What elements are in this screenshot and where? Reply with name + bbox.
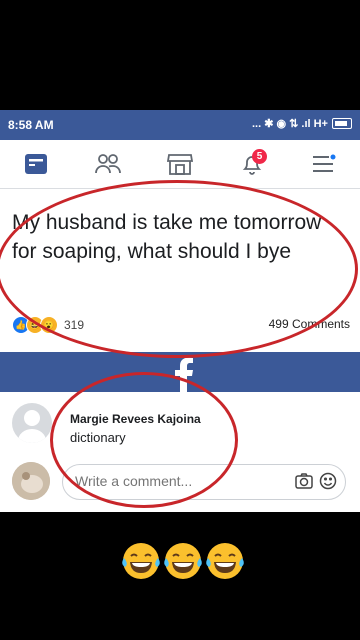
status-time: 8:58 AM xyxy=(8,118,54,132)
battery-icon xyxy=(332,118,352,129)
notification-badge: 5 xyxy=(252,149,267,164)
news-feed-icon[interactable] xyxy=(21,149,51,179)
marketplace-icon[interactable] xyxy=(165,149,195,179)
comment-author[interactable]: Margie Revees Kajoina xyxy=(70,412,201,426)
reaction-count: 319 xyxy=(64,318,85,332)
notifications-icon[interactable]: 5 xyxy=(237,149,267,179)
commenter-avatar[interactable] xyxy=(12,403,52,443)
screenshot-frame: 8:58 AM ... ✱ ◉ ⇅ .ıl H+ 5 My husband is… xyxy=(0,110,360,512)
friends-icon[interactable] xyxy=(93,149,123,179)
camera-icon[interactable] xyxy=(295,473,313,489)
tears-of-joy-icon xyxy=(206,543,244,579)
menu-icon[interactable] xyxy=(309,149,339,179)
comment-text: dictionary xyxy=(70,430,126,445)
status-bar: 8:58 AM ... ✱ ◉ ⇅ .ıl H+ xyxy=(0,110,360,140)
reaction-summary[interactable]: 👍 😆 😮 319 xyxy=(12,316,84,334)
user-avatar xyxy=(12,462,50,500)
tears-of-joy-icon xyxy=(164,543,202,579)
post-text: My husband is take me tomorrow for soapi… xyxy=(12,211,322,263)
status-icons-text: ... ✱ ◉ ⇅ .ıl H+ xyxy=(251,118,328,130)
status-icons: ... ✱ ◉ ⇅ .ıl H+ xyxy=(252,117,352,130)
top-navigation: 5 xyxy=(0,140,360,189)
tears-of-joy-icon xyxy=(122,543,160,579)
comment-composer[interactable] xyxy=(62,464,346,500)
caption-emojis xyxy=(120,540,246,582)
comments-count[interactable]: 499 Comments xyxy=(269,317,350,331)
comment-input[interactable] xyxy=(75,473,265,489)
wow-reaction-icon: 😮 xyxy=(40,316,58,334)
emoji-icon[interactable] xyxy=(319,472,337,490)
facebook-logo-icon xyxy=(175,357,193,392)
